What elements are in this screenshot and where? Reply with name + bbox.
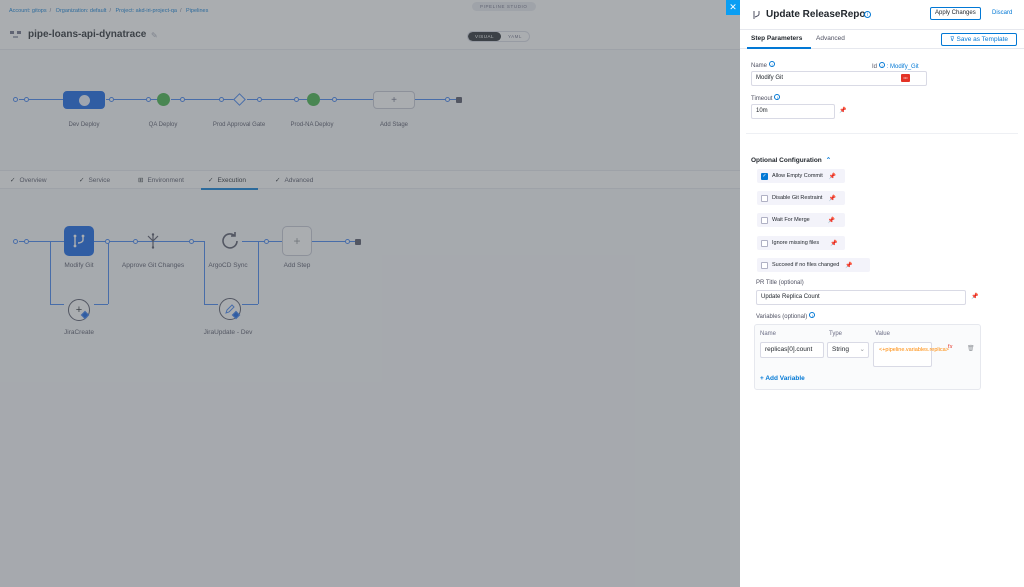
- step-config-panel: Update ReleaseRepo i Apply Changes Disca…: [740, 0, 1024, 587]
- name-label: Name i: [751, 61, 776, 69]
- chevron-down-icon: ⌄: [859, 346, 865, 353]
- pr-title-label: PR Title (optional): [756, 280, 804, 286]
- pin-icon[interactable]: 📌: [828, 217, 835, 224]
- id-label: Id i : Modify_Git: [872, 62, 919, 70]
- checkbox[interactable]: ✓: [761, 172, 768, 180]
- variable-type-select[interactable]: String ⌄: [827, 342, 869, 358]
- variables-label: Variables (optional) i: [756, 312, 816, 320]
- tab-step-parameters[interactable]: Step Parameters: [751, 35, 802, 42]
- pin-icon[interactable]: 📌: [971, 293, 978, 300]
- extension-badge-icon: •••: [901, 74, 910, 82]
- expression-icon[interactable]: f𝑥: [948, 344, 953, 351]
- pipeline-studio-background: Account: gitops/ Organization: default/ …: [0, 0, 740, 587]
- checkbox[interactable]: [761, 216, 768, 224]
- variable-value-input[interactable]: <+pipeline.variables.replica>: [873, 342, 949, 367]
- checkbox[interactable]: [761, 261, 768, 269]
- id-value[interactable]: : Modify_Git: [887, 64, 919, 70]
- close-panel-button[interactable]: ✕: [726, 0, 740, 15]
- template-icon: ⊽: [949, 36, 957, 43]
- git-step-icon: [753, 11, 760, 19]
- info-icon[interactable]: i: [774, 94, 781, 100]
- timeout-label: Timeout i: [751, 94, 781, 102]
- info-icon[interactable]: i: [879, 62, 886, 68]
- pr-title-input[interactable]: Update Replica Count: [756, 290, 966, 305]
- pin-icon[interactable]: 📌: [829, 173, 836, 180]
- tab-underline: [747, 47, 811, 49]
- close-icon: ✕: [729, 2, 737, 12]
- divider: [746, 133, 1018, 134]
- timeout-input[interactable]: 10m: [751, 104, 835, 119]
- panel-header: Update ReleaseRepo i Apply Changes Disca…: [740, 0, 1024, 30]
- column-header-type: Type: [829, 331, 843, 337]
- pin-icon[interactable]: 📌: [830, 240, 837, 247]
- variable-name-input[interactable]: replicas[0].count: [760, 342, 824, 358]
- panel-title: Update ReleaseRepo: [766, 9, 866, 20]
- optional-configuration-toggle[interactable]: Optional Configuration ⌃: [751, 156, 831, 164]
- tab-advanced[interactable]: Advanced: [816, 35, 845, 42]
- checkbox[interactable]: [761, 239, 768, 247]
- panel-tabs: Step Parameters Advanced ⊽ Save as Templ…: [740, 31, 1024, 49]
- variables-table: Name Type Value replicas[0].count String…: [754, 324, 981, 390]
- modal-overlay[interactable]: [0, 0, 740, 587]
- apply-changes-button[interactable]: Apply Changes: [930, 7, 981, 20]
- discard-button[interactable]: Discard: [992, 10, 1012, 16]
- option-allow-empty-commit[interactable]: ✓ Allow Empty Commit 📌: [757, 169, 845, 183]
- option-disable-git-restraint[interactable]: Disable Git Restraint 📌: [757, 191, 845, 205]
- trash-icon[interactable]: 🗑: [967, 345, 975, 352]
- pin-icon[interactable]: 📌: [845, 262, 852, 269]
- column-header-name: Name: [760, 331, 777, 337]
- info-icon[interactable]: i: [769, 61, 776, 67]
- pin-icon[interactable]: 📌: [828, 195, 835, 202]
- add-variable-button[interactable]: + Add Variable: [760, 375, 805, 382]
- info-icon[interactable]: i: [809, 312, 816, 318]
- save-as-template-button[interactable]: ⊽ Save as Template: [941, 33, 1017, 46]
- info-icon[interactable]: i: [864, 11, 871, 18]
- chevron-up-icon: ⌃: [825, 157, 832, 164]
- option-succeed-if-no-files-changed[interactable]: Succeed if no files changed 📌: [757, 258, 870, 272]
- pin-icon[interactable]: 📌: [839, 107, 846, 114]
- option-ignore-missing-files[interactable]: Ignore missing files 📌: [757, 236, 845, 250]
- option-wait-for-merge[interactable]: Wait For Merge 📌: [757, 213, 845, 227]
- column-header-value: Value: [875, 331, 890, 337]
- checkbox[interactable]: [761, 194, 768, 202]
